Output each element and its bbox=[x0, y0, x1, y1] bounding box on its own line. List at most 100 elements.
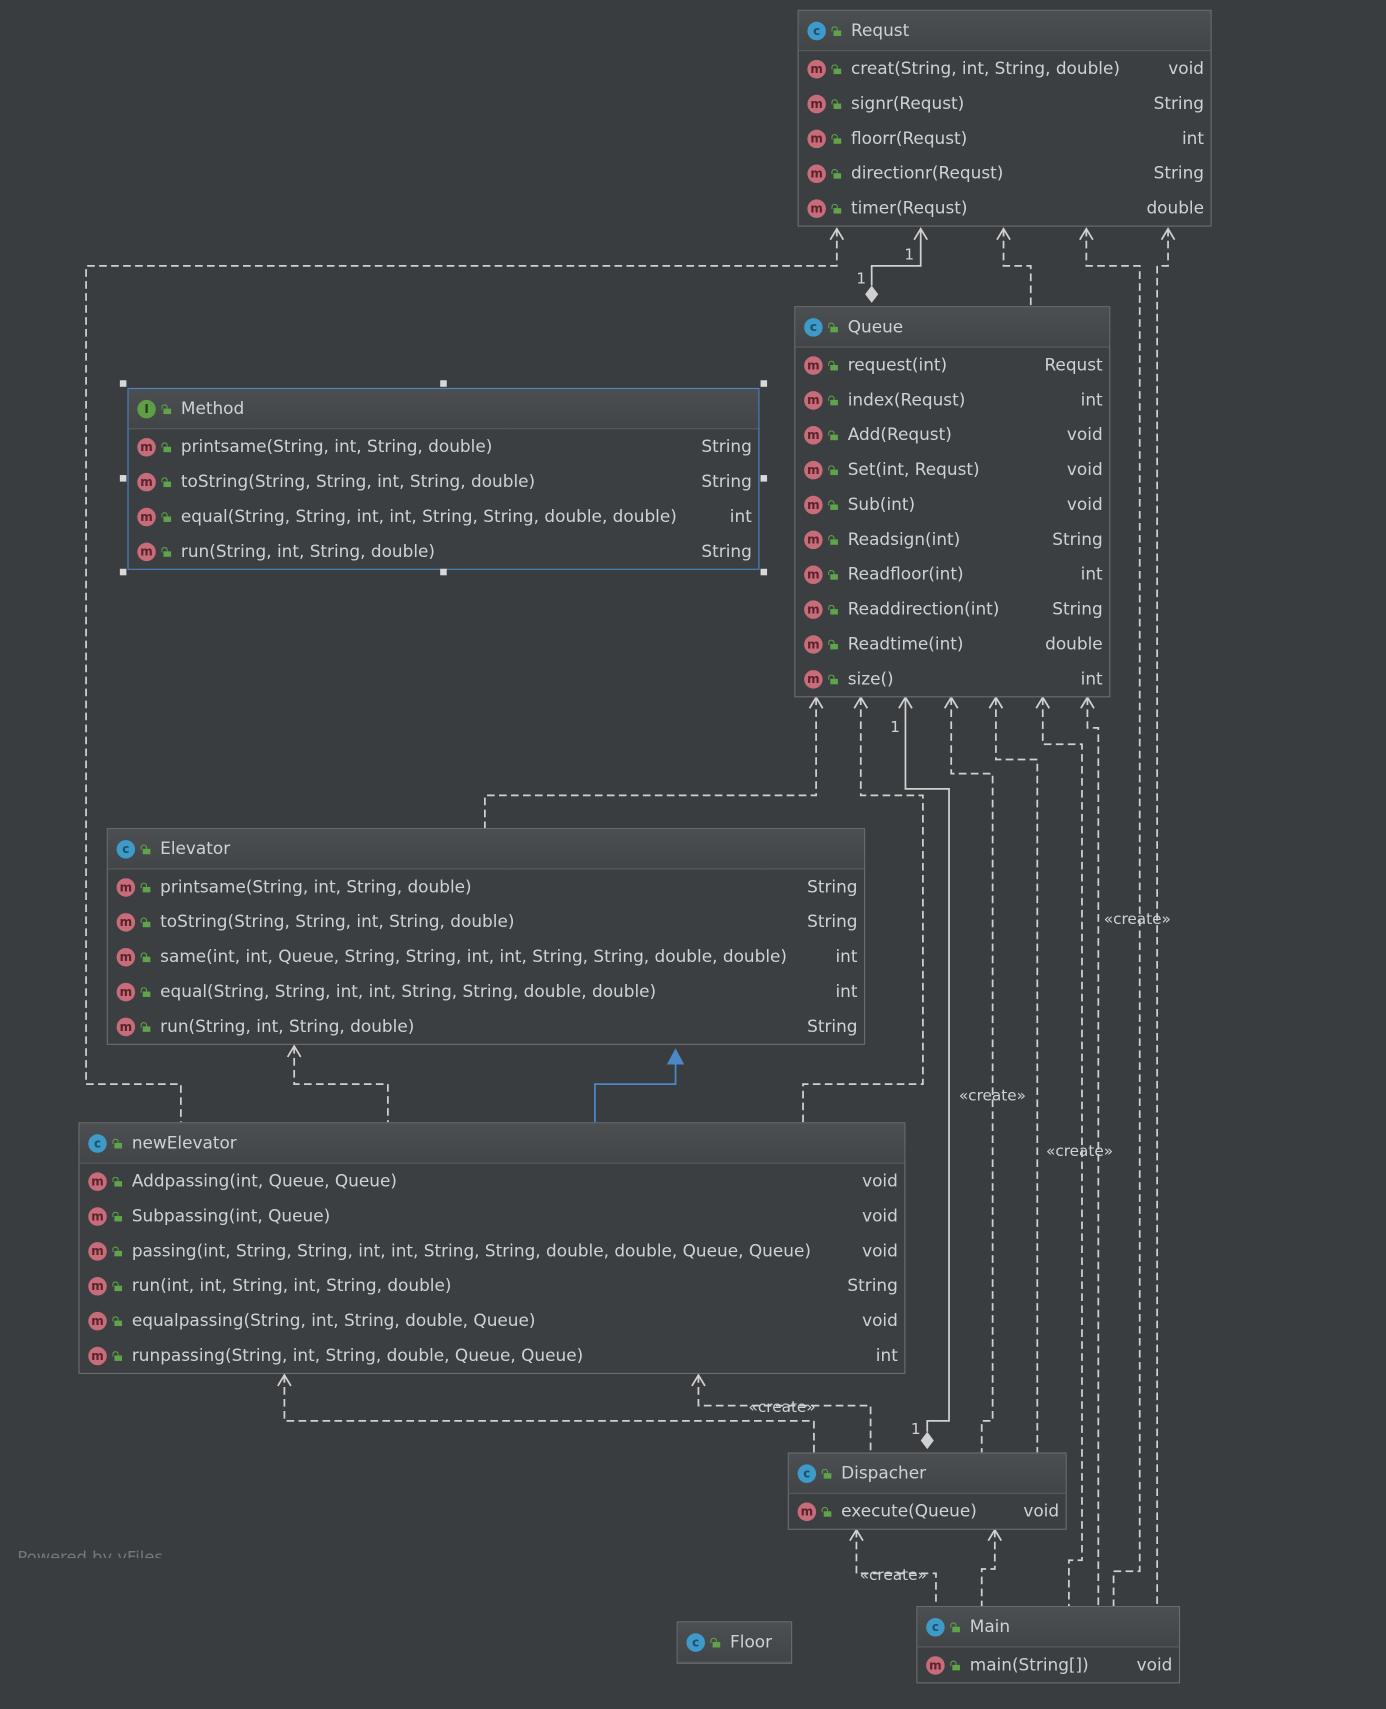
dependency-edge bbox=[1002, 228, 1032, 307]
method-return-type: String bbox=[1052, 529, 1103, 550]
interface-icon: I bbox=[137, 399, 156, 418]
multiplicity-label: 1 bbox=[904, 246, 915, 264]
method-row[interactable]: m size() int bbox=[795, 661, 1109, 696]
method-row[interactable]: m toString(String, String, int, String, d… bbox=[108, 904, 864, 939]
class-header[interactable]: c Elevator bbox=[107, 829, 865, 870]
class-dispacher[interactable]: c Dispacher m execute(Queue) void bbox=[787, 1452, 1067, 1530]
method-icon: m bbox=[804, 530, 823, 549]
resize-handle[interactable] bbox=[760, 380, 768, 387]
class-header[interactable]: c Main bbox=[917, 1607, 1179, 1648]
composition-diamond-icon bbox=[920, 1431, 934, 1450]
method-signature: run(int, int, String, int, String, doubl… bbox=[131, 1275, 452, 1296]
method-row[interactable]: m equal(String, String, int, int, String,… bbox=[129, 499, 759, 534]
method-signature: execute(Queue) bbox=[841, 1501, 977, 1522]
class-floor[interactable]: c Floor bbox=[676, 1621, 793, 1664]
resize-handle[interactable] bbox=[440, 380, 447, 387]
public-lock-icon bbox=[831, 133, 842, 144]
create-stereotype-label: «create» bbox=[1046, 1142, 1114, 1161]
method-row[interactable]: m passing(int, String, String, int, int, … bbox=[80, 1233, 905, 1268]
method-row[interactable]: m equalpassing(String, int, String, doubl… bbox=[80, 1303, 905, 1338]
method-row[interactable]: m Readdirection(int) String bbox=[795, 592, 1109, 627]
method-icon: m bbox=[804, 355, 823, 375]
public-lock-icon bbox=[831, 25, 842, 36]
method-row[interactable]: m toString(String, String, int, String, d… bbox=[129, 464, 759, 499]
class-requst[interactable]: c Requst m creat(String, int, String, doubl… bbox=[797, 9, 1212, 227]
class-icon: c bbox=[686, 1632, 705, 1652]
method-row[interactable]: m run(String, int, String, double) String bbox=[108, 1009, 864, 1044]
class-header[interactable]: c newElevator bbox=[79, 1123, 905, 1164]
class-header[interactable]: c Floor bbox=[677, 1622, 792, 1663]
class-main[interactable]: c Main m main(String[]) void bbox=[916, 1606, 1181, 1684]
resize-handle[interactable] bbox=[119, 568, 127, 576]
resize-handle[interactable] bbox=[119, 380, 127, 387]
resize-handle[interactable] bbox=[440, 568, 447, 576]
method-signature: toString(String, String, int, String, do… bbox=[160, 911, 515, 932]
method-signature: equalpassing(String, int, String, double… bbox=[131, 1310, 536, 1331]
class-name: Elevator bbox=[160, 838, 231, 859]
dependency-edge bbox=[293, 1046, 389, 1123]
method-row[interactable]: m creat(String, int, String, double) void bbox=[799, 51, 1211, 86]
public-lock-icon bbox=[831, 63, 842, 74]
class-header[interactable]: c Queue bbox=[795, 307, 1110, 348]
method-icon: m bbox=[137, 472, 156, 491]
class-name: newElevator bbox=[131, 1133, 237, 1153]
class-header[interactable]: I Method bbox=[128, 388, 759, 430]
public-lock-icon bbox=[821, 1468, 832, 1479]
method-row[interactable]: m Set(int, Requst) void bbox=[795, 452, 1109, 487]
public-lock-icon bbox=[140, 951, 151, 962]
method-icon: m bbox=[116, 877, 136, 897]
method-icon: m bbox=[88, 1206, 107, 1226]
public-lock-icon bbox=[828, 673, 838, 684]
method-row[interactable]: m directionr(Requst) String bbox=[799, 156, 1211, 191]
method-signature: request(int) bbox=[847, 355, 948, 375]
class-method[interactable]: I Method m printsame(String, int, String, d… bbox=[127, 387, 760, 570]
method-return-type: void bbox=[862, 1241, 898, 1261]
method-row[interactable]: m Addpassing(int, Queue, Queue) void bbox=[80, 1164, 905, 1199]
method-row[interactable]: m Subpassing(int, Queue) void bbox=[80, 1199, 905, 1234]
method-row[interactable]: m run(int, int, String, int, String, doub… bbox=[80, 1268, 905, 1303]
class-queue[interactable]: c Queue m request(int) Requst m index(Requst) i… bbox=[794, 306, 1111, 698]
method-icon: m bbox=[116, 1017, 136, 1036]
method-signature: Sub(int) bbox=[847, 494, 916, 515]
public-lock-icon bbox=[828, 394, 838, 405]
class-header[interactable]: c Requst bbox=[798, 10, 1211, 52]
public-lock-icon bbox=[161, 441, 172, 452]
method-return-type: void bbox=[862, 1206, 898, 1226]
method-row[interactable]: m Readtime(int) double bbox=[795, 627, 1109, 662]
class-newelevator[interactable]: c newElevator m Addpassing(int, Queue, Queu… bbox=[78, 1122, 906, 1374]
method-return-type: String bbox=[701, 436, 752, 457]
method-row[interactable]: m request(int) Requst bbox=[795, 348, 1109, 383]
method-return-type: void bbox=[862, 1171, 898, 1191]
method-row[interactable]: m floorr(Requst) int bbox=[799, 121, 1211, 156]
method-row[interactable]: m printsame(String, int, String, double) S… bbox=[129, 429, 759, 464]
method-row[interactable]: m main(String[]) void bbox=[917, 1647, 1179, 1682]
method-signature: equal(String, String, int, int, String, … bbox=[160, 981, 657, 1002]
method-row[interactable]: m timer(Requst) double bbox=[799, 191, 1211, 226]
method-row[interactable]: m Readfloor(int) int bbox=[795, 557, 1109, 592]
method-return-type: String bbox=[807, 1016, 858, 1037]
method-icon: m bbox=[88, 1311, 107, 1330]
method-row[interactable]: m Readsign(int) String bbox=[795, 522, 1109, 557]
class-elevator[interactable]: c Elevator m printsame(String, int, String,… bbox=[106, 828, 866, 1045]
method-row[interactable]: m runpassing(String, int, String, double,… bbox=[80, 1338, 905, 1373]
method-row[interactable]: m execute(Queue) void bbox=[789, 1494, 1066, 1529]
class-header[interactable]: c Dispacher bbox=[788, 1453, 1066, 1494]
resize-handle[interactable] bbox=[760, 568, 768, 576]
method-row[interactable]: m equal(String, String, int, int, String,… bbox=[108, 974, 864, 1009]
method-row[interactable]: m Sub(int) void bbox=[795, 487, 1109, 522]
method-row[interactable]: m Add(Requst) void bbox=[795, 417, 1109, 452]
method-row[interactable]: m index(Requst) int bbox=[795, 382, 1109, 417]
resize-handle[interactable] bbox=[119, 474, 127, 482]
method-row[interactable]: m printsame(String, int, String, double) S… bbox=[108, 870, 864, 905]
resize-handle[interactable] bbox=[760, 474, 768, 482]
method-row[interactable]: m same(int, int, Queue, String, String, i… bbox=[108, 939, 864, 974]
class-icon: c bbox=[116, 839, 136, 859]
method-row[interactable]: m signr(Requst) String bbox=[799, 86, 1211, 121]
public-lock-icon bbox=[950, 1660, 960, 1670]
method-return-type: void bbox=[1066, 494, 1103, 515]
public-lock-icon bbox=[828, 360, 838, 370]
method-row[interactable]: m run(String, int, String, double) String bbox=[129, 534, 759, 569]
public-lock-icon bbox=[112, 1138, 123, 1148]
method-icon: m bbox=[807, 94, 826, 113]
public-lock-icon bbox=[112, 1176, 123, 1187]
